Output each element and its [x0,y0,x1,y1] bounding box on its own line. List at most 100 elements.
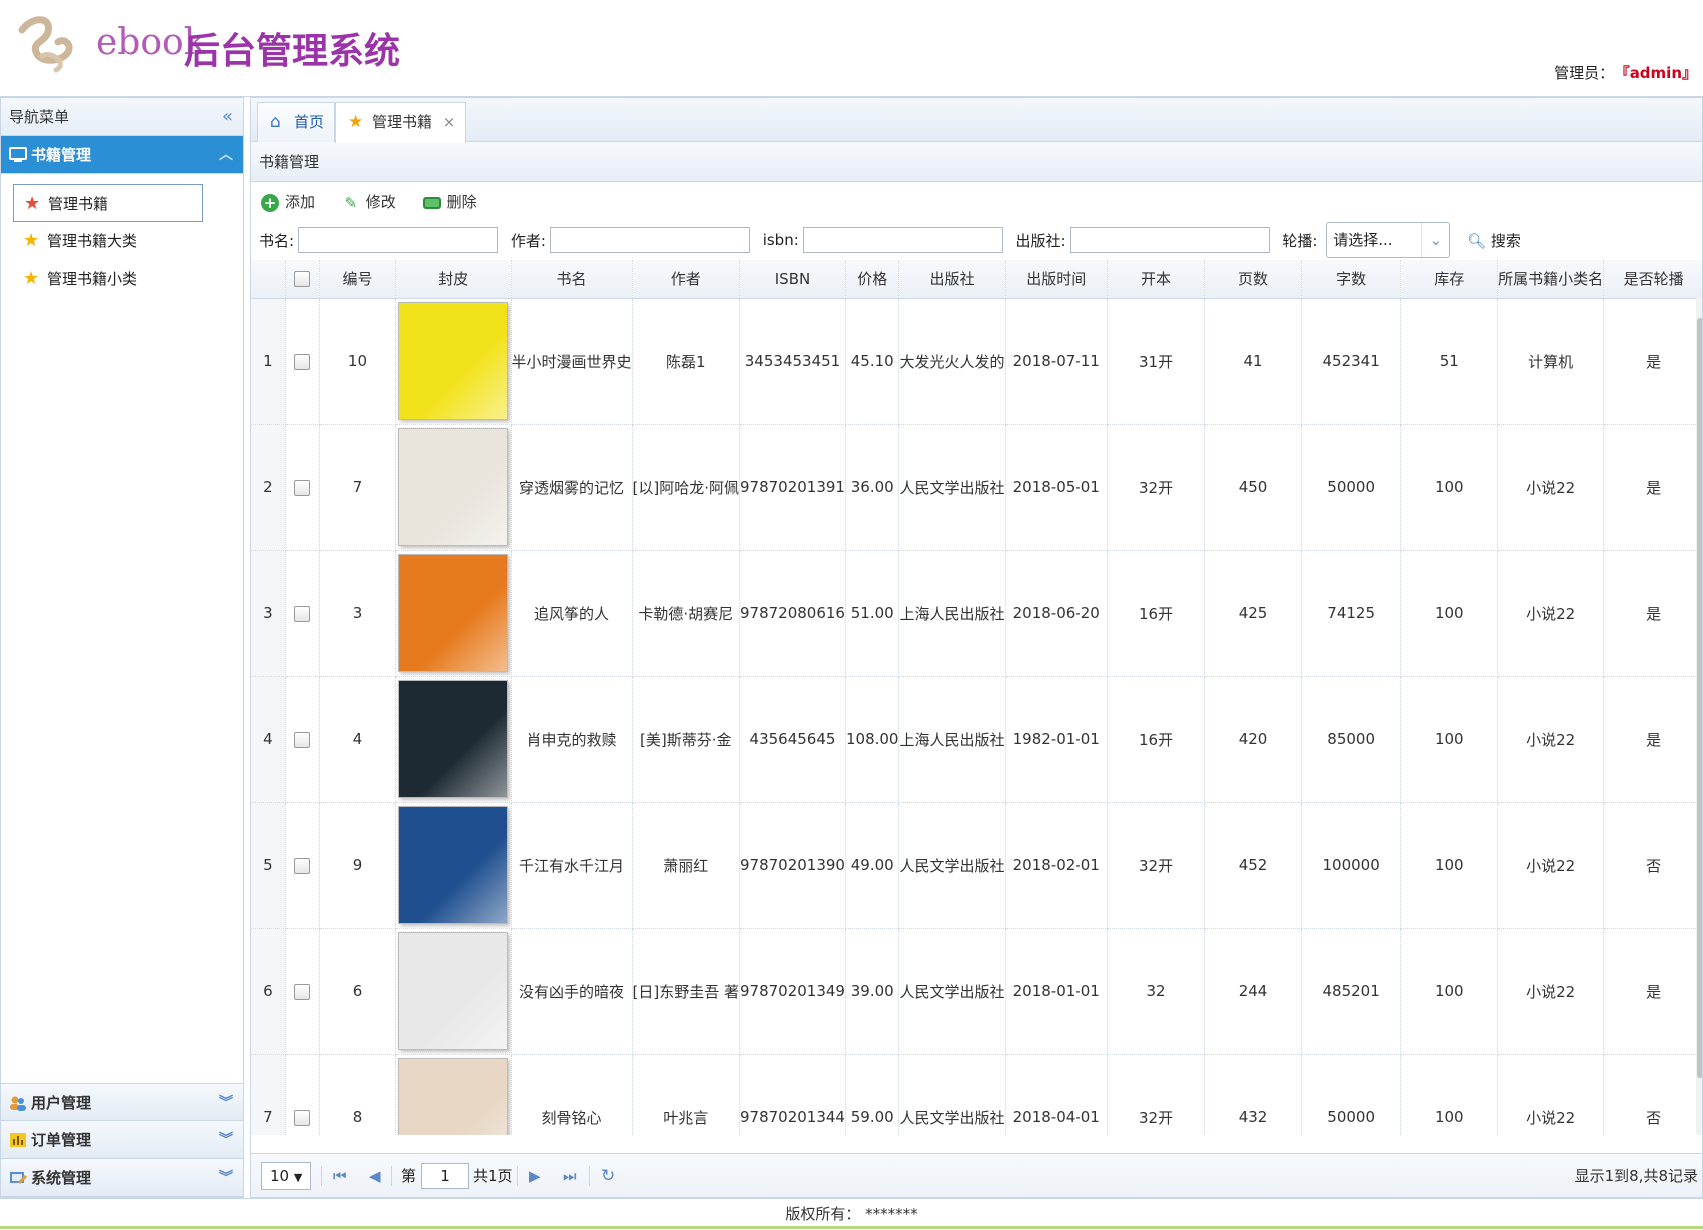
pagination-bar: 10 ▼ ⏮ ◀ 第 1 共1页 ▶ ⏭ ↻ 显示1到8,共8记录 [251,1153,1702,1197]
cell-publisher: 大发光火人发的 [898,298,1006,425]
cell-pages: 420 [1204,676,1302,803]
cell-isbn: 3453453451 [739,298,846,425]
row-checkbox[interactable] [294,353,311,370]
vertical-scrollbar[interactable] [1696,298,1702,1135]
cell-isbn: 97870201349 [739,928,846,1055]
row-checkbox[interactable] [294,731,311,748]
row-select-cell[interactable] [285,676,320,803]
prev-page-icon[interactable]: ◀ [369,1154,381,1197]
sidebar-item-manage-subcategories[interactable]: ★ 管理书籍小类 [13,260,203,298]
isbn-input[interactable] [802,227,1003,253]
last-page-icon[interactable]: ⏭ [563,1154,577,1197]
row-select-cell[interactable] [285,928,320,1055]
cell-category: 小说22 [1497,928,1605,1055]
sidebar: 导航菜单 « 书籍管理 ︿ ★ 管理书籍 ★ 管理书籍大类 ★ 管理书籍小类 用… [0,97,244,1198]
cell-pubdate: 2018-05-01 [1005,424,1108,551]
author-input[interactable] [549,227,750,253]
tab-home[interactable]: ⌂ 首页 [257,102,336,142]
page-size-select[interactable]: 10 ▼ [261,1162,311,1190]
section-user-management[interactable]: 用户管理 ︾ [1,1083,243,1121]
row-select-cell[interactable] [285,802,320,929]
section-book-management[interactable]: 书籍管理 ︿ [1,136,243,174]
scrollbar-thumb[interactable] [1697,318,1702,1078]
next-page-icon[interactable]: ▶ [529,1154,541,1197]
section-label: 书籍管理 [31,146,92,164]
header-cell[interactable]: 字数 [1301,260,1402,299]
header-cell[interactable]: 库存 [1400,260,1499,299]
row-select-cell[interactable] [285,424,320,551]
table-row[interactable]: 1 10 半小时漫画世界史 陈磊1 3453453451 45.10 大发光火人发的 2018… [251,298,1702,425]
isbn-label: isbn: [762,231,799,249]
admin-info: 管理员： 『admin』 [1554,62,1697,83]
edit-button[interactable]: ✎ 修改 [342,182,396,222]
chevron-down-icon[interactable]: ︾ [219,1121,233,1159]
row-checkbox[interactable] [294,1109,311,1126]
header-cell[interactable]: 所属书籍小类名 [1497,260,1605,299]
sidebar-item-manage-books[interactable]: ★ 管理书籍 [13,184,203,222]
first-page-icon[interactable]: ⏮ [333,1154,347,1197]
section-system-management[interactable]: 系统管理 ︾ [1,1159,243,1197]
cell-author: [以]阿哈龙·阿佩 [632,424,741,551]
cell-stock: 100 [1400,550,1499,677]
name-input[interactable] [298,227,499,253]
cell-category: 小说22 [1497,424,1605,551]
delete-button[interactable]: 删除 [422,182,477,222]
header-cell[interactable]: 出版社 [898,260,1006,299]
search-button[interactable]: 🔍︎ 搜索 [1467,230,1521,251]
row-checkbox[interactable] [294,605,311,622]
close-icon[interactable]: × [443,113,456,131]
row-number: 6 [251,928,286,1055]
add-button[interactable]: + 添加 [261,182,315,222]
row-select-cell[interactable] [285,550,320,677]
cell-format: 32 [1107,928,1206,1055]
header-cell[interactable]: 作者 [632,260,741,299]
header-cell[interactable]: 页数 [1204,260,1302,299]
header-cell[interactable]: 是否轮播 [1603,260,1702,299]
star-icon: ★ [348,112,364,132]
publisher-input[interactable] [1069,227,1270,253]
row-select-cell[interactable] [285,298,320,425]
refresh-icon[interactable]: ↻ [601,1154,615,1197]
section-order-management[interactable]: 订单管理 ︾ [1,1121,243,1159]
pager-divider [589,1166,590,1186]
header-cell[interactable]: 开本 [1107,260,1206,299]
chevron-up-icon[interactable]: ︿ [219,136,233,174]
cell-pages: 450 [1204,424,1302,551]
cell-stock: 100 [1400,802,1499,929]
header-select-all[interactable] [285,260,320,299]
table-row[interactable]: 3 3 追风筝的人 卡勒德·胡赛尼 97872080616 51.00 上海人民出版社 201… [251,550,1702,677]
header-cell[interactable]: ISBN [739,260,846,299]
cell-name: 追风筝的人 [511,550,633,677]
table-row[interactable]: 4 4 肖申克的救赎 [美]斯蒂芬·金 435645645 108.00 上海人民出版社 19… [251,676,1702,803]
row-checkbox[interactable] [294,479,311,496]
cell-carousel: 是 [1603,424,1702,551]
book-menu: ★ 管理书籍 ★ 管理书籍大类 ★ 管理书籍小类 [1,174,243,298]
header-cell[interactable]: 出版时间 [1005,260,1108,299]
header-cell[interactable]: 封皮 [395,260,512,299]
tab-manage-books[interactable]: ★ 管理书籍 × [335,102,467,143]
section-label: 系统管理 [31,1169,92,1187]
collapse-sidebar-icon[interactable]: « [222,98,233,136]
chevron-down-icon[interactable]: ︾ [219,1159,233,1197]
admin-label: 管理员： [1554,64,1615,82]
row-number: 7 [251,1054,286,1135]
table-row[interactable]: 6 6 没有凶手的暗夜 [日]东野圭吾 著 97870201349 39.00 人民文学出版… [251,928,1702,1055]
chevron-down-icon[interactable]: ⌄ [1421,223,1449,257]
page-number-input[interactable]: 1 [421,1163,469,1189]
table-row[interactable]: 7 8 刻骨铭心 叶兆言 97870201344 59.00 人民文学出版社 2018-04-… [251,1054,1702,1135]
table-row[interactable]: 5 9 千江有水千江月 萧丽红 97870201390 49.00 人民文学出版社 2018-… [251,802,1702,929]
header-cell[interactable]: 价格 [845,260,900,299]
header-cell[interactable]: 书名 [511,260,633,299]
select-all-checkbox[interactable] [294,271,311,288]
row-checkbox[interactable] [294,857,311,874]
header-cell[interactable]: 编号 [319,260,397,299]
cell-pubdate: 2018-06-20 [1005,550,1108,677]
row-select-cell[interactable] [285,1054,320,1135]
row-checkbox[interactable] [294,983,311,1000]
table-row[interactable]: 2 7 穿透烟雾的记忆 [以]阿哈龙·阿佩 97870201391 36.00 人民文学出版… [251,424,1702,551]
sidebar-item-manage-categories[interactable]: ★ 管理书籍大类 [13,222,203,260]
carousel-select[interactable]: 请选择... ⌄ [1326,222,1451,258]
chevron-down-icon[interactable]: ︾ [219,1084,233,1122]
admin-name[interactable]: 『admin』 [1622,64,1697,82]
cell-isbn: 435645645 [739,676,846,803]
